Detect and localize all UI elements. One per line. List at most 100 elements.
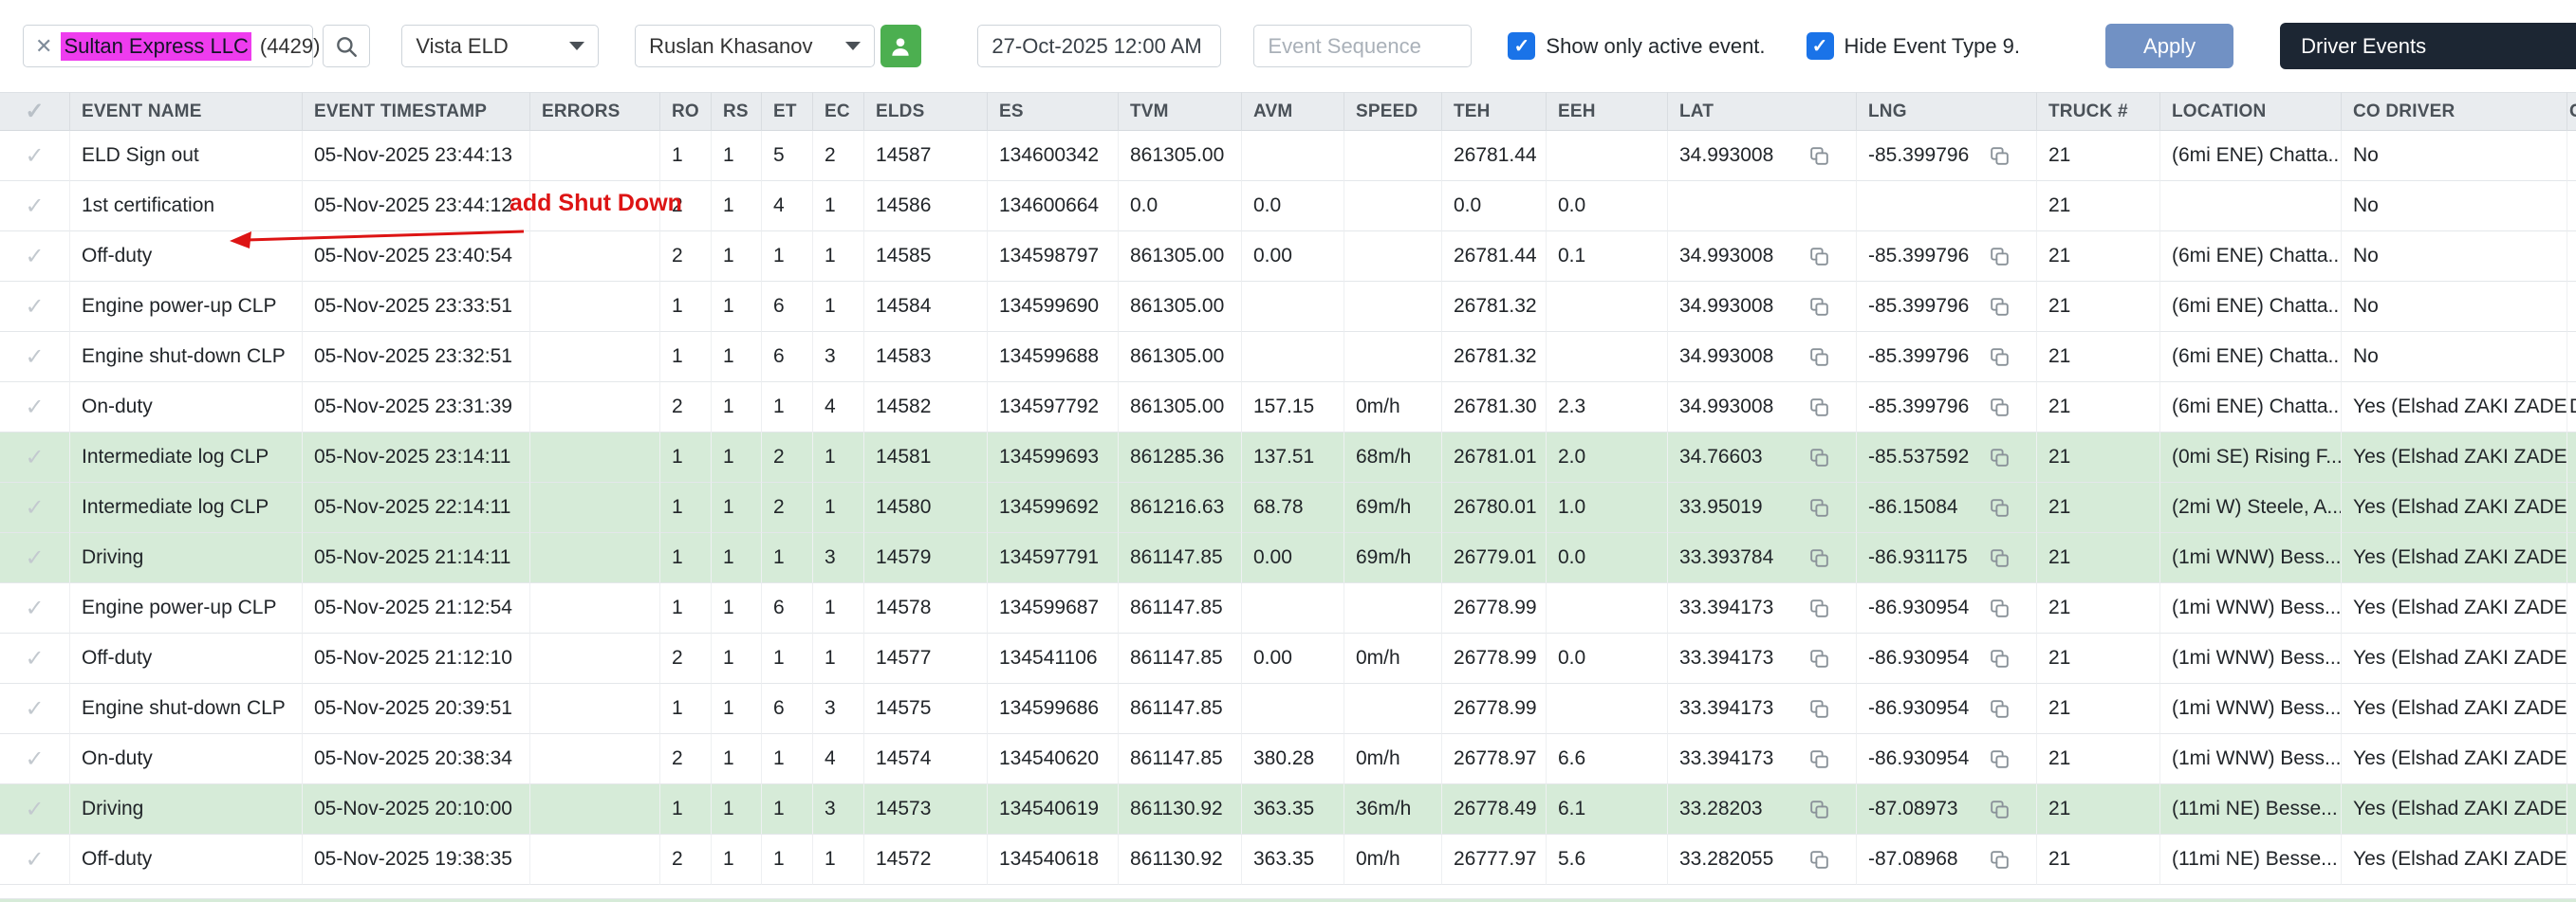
cell-ro: 2 xyxy=(660,634,712,684)
coordinate-value: 33.282055 xyxy=(1679,848,1774,870)
row-checkbox[interactable]: ✓ xyxy=(0,433,70,483)
driver-select[interactable]: Ruslan Khasanov xyxy=(635,25,875,67)
copy-icon[interactable] xyxy=(1807,345,1831,369)
row-checkbox[interactable]: ✓ xyxy=(0,231,70,282)
show-active-checkbox[interactable]: ✓ Show only active event. xyxy=(1508,32,1766,60)
table-row[interactable]: ✓ Intermediate log CLP 05-Nov-2025 23:14:1… xyxy=(0,433,2576,483)
table-row[interactable]: ✓ Engine shut-down CLP 05-Nov-2025 20:39:5… xyxy=(0,684,2576,734)
cell-location: (11mi NE) Besse... xyxy=(2160,835,2342,885)
copy-icon[interactable] xyxy=(1988,496,2011,520)
row-checkbox[interactable]: ✓ xyxy=(0,282,70,332)
row-checkbox[interactable]: ✓ xyxy=(0,382,70,433)
row-checkbox[interactable]: ✓ xyxy=(0,131,70,181)
cell-elds: 14583 xyxy=(864,332,988,382)
table-row[interactable]: ✓ Off-duty 05-Nov-2025 21:12:10 2 1 1 1 14577 13… xyxy=(0,634,2576,684)
copy-icon[interactable] xyxy=(1807,245,1831,268)
cell-et: 1 xyxy=(762,533,813,583)
column-header-truck: TRUCK # xyxy=(2037,92,2160,131)
table-row[interactable]: ✓ On-duty 05-Nov-2025 23:31:39 2 1 1 4 14582 134… xyxy=(0,382,2576,433)
cell-es: 134599692 xyxy=(988,483,1119,533)
copy-icon[interactable] xyxy=(1988,647,2011,671)
copy-icon[interactable] xyxy=(1988,697,2011,721)
clear-icon[interactable]: ✕ xyxy=(35,34,52,59)
copy-icon[interactable] xyxy=(1807,848,1831,872)
copy-icon[interactable] xyxy=(1988,345,2011,369)
add-driver-button[interactable] xyxy=(880,25,922,67)
cell-errors xyxy=(530,835,660,885)
copy-icon[interactable] xyxy=(1807,647,1831,671)
date-range-input[interactable] xyxy=(977,25,1222,67)
cell-avm: 363.35 xyxy=(1242,835,1344,885)
table-row[interactable]: ✓ ELD Sign out 05-Nov-2025 23:44:13 1 1 5 2 145… xyxy=(0,131,2576,181)
cell-elds: 14575 xyxy=(864,684,988,734)
table-row[interactable]: ✓ Off-duty 05-Nov-2025 19:38:35 2 1 1 1 14572 13… xyxy=(0,835,2576,885)
copy-icon[interactable] xyxy=(1988,396,2011,419)
select-all-checkbox[interactable]: ✓ xyxy=(0,92,70,131)
copy-icon[interactable] xyxy=(1988,747,2011,771)
copy-icon[interactable] xyxy=(1807,144,1831,168)
copy-icon[interactable] xyxy=(1807,747,1831,771)
row-checkbox[interactable]: ✓ xyxy=(0,583,70,634)
copy-icon[interactable] xyxy=(1988,597,2011,620)
cell-event-timestamp: 05-Nov-2025 23:44:13 xyxy=(303,131,530,181)
cell-speed: 0m/h xyxy=(1344,734,1442,784)
copy-icon[interactable] xyxy=(1807,396,1831,419)
copy-icon[interactable] xyxy=(1988,848,2011,872)
cell-tvm: 861147.85 xyxy=(1119,684,1242,734)
copy-icon[interactable] xyxy=(1988,798,2011,821)
cell-ec: 4 xyxy=(813,734,864,784)
table-row[interactable]: ✓ Engine power-up CLP 05-Nov-2025 23:33:51… xyxy=(0,282,2576,332)
table-row[interactable]: ✓ Driving 05-Nov-2025 20:10:00 1 1 1 3 14573 134… xyxy=(0,784,2576,835)
copy-icon[interactable] xyxy=(1807,597,1831,620)
table-row[interactable]: ✓ On-duty 05-Nov-2025 20:38:34 2 1 1 4 14574 134… xyxy=(0,734,2576,784)
driver-events-button[interactable]: Driver Events xyxy=(2280,23,2576,69)
copy-icon[interactable] xyxy=(1807,496,1831,520)
apply-button[interactable]: Apply xyxy=(2105,24,2234,68)
row-checkbox[interactable]: ✓ xyxy=(0,533,70,583)
cell-co-driver: No xyxy=(2342,282,2567,332)
copy-icon[interactable] xyxy=(1988,144,2011,168)
search-button[interactable] xyxy=(323,25,371,67)
cell-location: (2mi W) Steele, A... xyxy=(2160,483,2342,533)
cell-truck: 21 xyxy=(2037,131,2160,181)
row-checkbox[interactable]: ✓ xyxy=(0,835,70,885)
row-checkbox[interactable]: ✓ xyxy=(0,634,70,684)
cell-rs: 1 xyxy=(712,734,762,784)
row-checkbox[interactable]: ✓ xyxy=(0,181,70,231)
cell-errors xyxy=(530,784,660,835)
row-checkbox[interactable]: ✓ xyxy=(0,332,70,382)
cell-avm xyxy=(1242,131,1344,181)
table-row[interactable]: ✓ Intermediate log CLP 05-Nov-2025 22:14:1… xyxy=(0,483,2576,533)
coordinate-value: -86.930954 xyxy=(1868,597,1970,618)
cell-truck: 21 xyxy=(2037,231,2160,282)
table-row[interactable]: ✓ Driving 05-Nov-2025 21:14:11 1 1 1 3 14579 134… xyxy=(0,533,2576,583)
copy-icon[interactable] xyxy=(1988,546,2011,570)
copy-icon[interactable] xyxy=(1988,446,2011,469)
annotation-arrow-icon xyxy=(230,230,525,249)
cell-rs: 1 xyxy=(712,382,762,433)
cell-event-timestamp: 05-Nov-2025 21:12:54 xyxy=(303,583,530,634)
cell-lat: 33.394173 xyxy=(1668,583,1857,634)
table-row[interactable]: ✓ Engine shut-down CLP 05-Nov-2025 23:32:5… xyxy=(0,332,2576,382)
table-row[interactable]: ✓ Engine power-up CLP 05-Nov-2025 21:12:54… xyxy=(0,583,2576,634)
cell-truck: 21 xyxy=(2037,784,2160,835)
eld-select[interactable]: Vista ELD xyxy=(401,25,600,67)
copy-icon[interactable] xyxy=(1807,798,1831,821)
row-checkbox[interactable]: ✓ xyxy=(0,684,70,734)
copy-icon[interactable] xyxy=(1988,245,2011,268)
copy-icon[interactable] xyxy=(1988,295,2011,319)
coordinate-value: -86.930954 xyxy=(1868,747,1970,769)
copy-icon[interactable] xyxy=(1807,697,1831,721)
row-checkbox[interactable]: ✓ xyxy=(0,784,70,835)
coordinate-value: 34.993008 xyxy=(1679,144,1774,166)
row-checkbox[interactable]: ✓ xyxy=(0,734,70,784)
copy-icon[interactable] xyxy=(1807,295,1831,319)
cell-truck: 21 xyxy=(2037,583,2160,634)
hide-type9-checkbox[interactable]: ✓ Hide Event Type 9. xyxy=(1806,32,2020,60)
copy-icon[interactable] xyxy=(1807,546,1831,570)
company-select[interactable]: ✕ Sultan Express LLC (4429) xyxy=(23,25,353,67)
event-sequence-input[interactable] xyxy=(1253,25,1473,67)
row-checkbox[interactable]: ✓ xyxy=(0,483,70,533)
copy-icon[interactable] xyxy=(1807,446,1831,469)
cell-speed: 68m/h xyxy=(1344,433,1442,483)
